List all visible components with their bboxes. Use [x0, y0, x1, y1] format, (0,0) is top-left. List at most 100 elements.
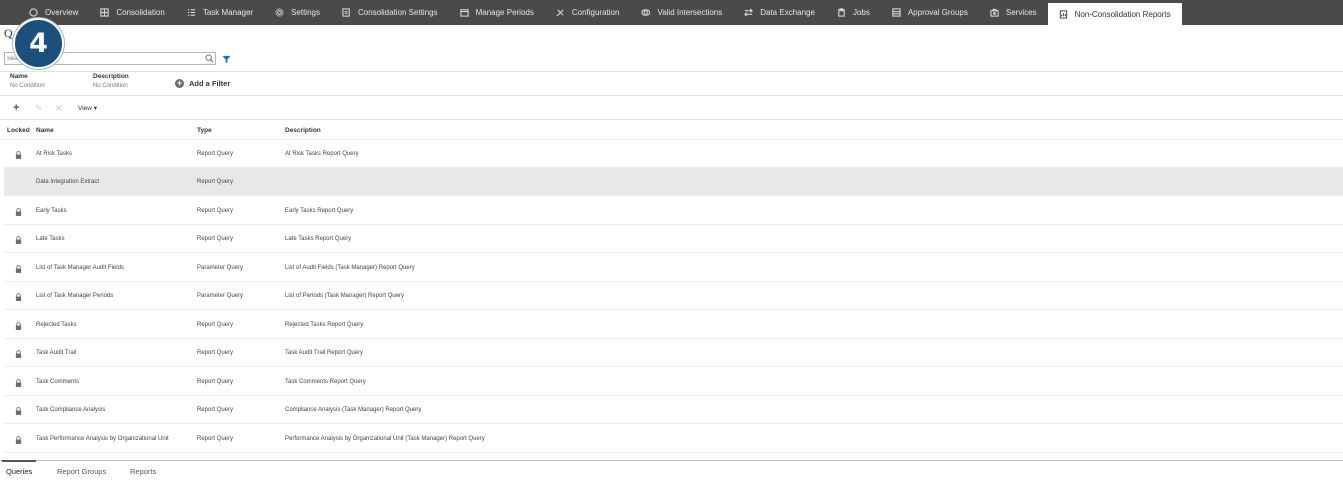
name-condition-label: Name — [10, 73, 28, 80]
task-list-icon — [187, 9, 195, 16]
row-description: Task Comments Report Query — [285, 379, 366, 385]
tab-queries[interactable]: Queries — [1, 460, 37, 476]
table-row[interactable]: Rejected Tasks Report Query Rejected Tas… — [4, 311, 1343, 339]
nav-tab-services[interactable]: Services — [979, 0, 1048, 25]
column-header-locked[interactable]: Locked — [7, 127, 30, 134]
table-row[interactable]: Task Performance Analysis by Organizatio… — [4, 425, 1343, 453]
row-name: Task Performance Analysis by Organizatio… — [36, 436, 169, 442]
table-row[interactable]: Late Tasks Report Query Late Tasks Repor… — [4, 225, 1343, 253]
tools-icon — [556, 9, 564, 17]
row-name: Task Comments — [36, 379, 80, 385]
row-type: Report Query — [197, 350, 234, 356]
nav-tab-task-manager[interactable]: Task Manager — [176, 0, 264, 25]
add-filter-button[interactable]: + Add a Filter — [175, 79, 230, 88]
row-description: Task Audit Trail Report Query — [285, 350, 364, 356]
nav-tab-consolidation[interactable]: Consolidation — [89, 0, 175, 25]
row-name: Early Tasks — [36, 208, 67, 214]
nav-tab-label: Consolidation Settings — [357, 8, 438, 17]
table-row[interactable]: Task Compliance Analysis Report Query Co… — [4, 396, 1343, 424]
row-description: At Risk Tasks Report Query — [285, 151, 359, 157]
nav-tab-label: Data Exchange — [760, 8, 815, 17]
exchange-arrows-icon — [744, 8, 754, 17]
nav-tab-configuration[interactable]: Configuration — [545, 0, 631, 25]
column-header-type[interactable]: Type — [197, 127, 212, 134]
table-row[interactable]: List of Task Manager Periods Parameter Q… — [4, 282, 1343, 310]
divider — [0, 71, 1343, 72]
lock-icon — [15, 293, 22, 301]
delete-query-button[interactable]: ✕ — [55, 103, 63, 114]
nav-tab-label: Services — [1005, 8, 1037, 17]
table-row[interactable]: Early Tasks Report Query Early Tasks Rep… — [4, 197, 1343, 225]
lock-icon — [15, 436, 22, 444]
table-row[interactable]: Task Audit Trail Report Query Task Audit… — [4, 339, 1343, 367]
nav-tab-label: Configuration — [571, 8, 620, 17]
search-icon[interactable] — [205, 54, 214, 63]
row-type: Report Query — [197, 379, 234, 385]
column-header-name[interactable]: Name — [36, 127, 54, 134]
row-description: List of Audit Fields (Task Manager) Repo… — [285, 265, 415, 271]
nav-tab-label: Manage Periods — [475, 8, 534, 17]
row-description: List of Periods (Task Manager) Report Qu… — [285, 293, 405, 299]
nav-tab-label: Overview — [45, 8, 79, 17]
nav-tab-manage-periods[interactable]: Manage Periods — [449, 0, 545, 25]
table-row[interactable]: Task Comments Report Query Task Comments… — [4, 368, 1343, 396]
page-title: Q — [4, 26, 13, 40]
intersection-icon — [641, 9, 651, 16]
step-number-badge: 4 — [13, 18, 64, 69]
nav-tab-label: Jobs — [852, 8, 870, 17]
row-description: Late Tasks Report Query — [285, 236, 352, 242]
nav-tab-jobs[interactable]: Jobs — [826, 0, 881, 25]
nav-tab-settings[interactable]: Settings — [264, 0, 331, 25]
tab-reports[interactable]: Reports — [130, 467, 156, 476]
divider — [0, 119, 1343, 120]
lock-icon — [15, 208, 22, 216]
row-type: Report Query — [197, 236, 234, 242]
filter-icon[interactable] — [222, 55, 231, 64]
nav-tab-label: Non-Consolidation Reports — [1074, 9, 1171, 19]
description-condition-value: No Condition — [93, 83, 128, 89]
row-type: Report Query — [197, 407, 234, 413]
lock-icon — [15, 350, 22, 358]
table-row[interactable]: At Risk Tasks Report Query At Risk Tasks… — [4, 140, 1343, 168]
description-condition-label: Description — [93, 73, 129, 80]
row-name: Late Tasks — [36, 236, 65, 242]
lock-icon — [15, 151, 22, 159]
grid-icon — [100, 8, 109, 17]
nav-tab-non-consolidation-reports[interactable]: Non-Consolidation Reports — [1047, 3, 1182, 25]
overview-icon — [29, 8, 38, 17]
lock-icon — [15, 407, 22, 415]
row-type: Parameter Query — [197, 293, 244, 299]
lock-icon — [15, 379, 22, 387]
row-type: Report Query — [197, 322, 234, 328]
clipboard-icon — [838, 8, 845, 17]
nav-tab-data-exchange[interactable]: Data Exchange — [733, 0, 826, 25]
divider — [0, 95, 1343, 96]
nav-tab-approval-groups[interactable]: Approval Groups — [881, 0, 979, 25]
calendar-icon — [459, 9, 469, 17]
row-description: Early Tasks Report Query — [285, 208, 354, 214]
approval-grid-icon — [892, 8, 901, 17]
gear-icon — [275, 8, 284, 17]
row-name: Task Audit Trail — [36, 350, 77, 356]
row-type: Report Query — [197, 208, 234, 214]
column-header-description[interactable]: Description — [285, 127, 321, 134]
view-menu-button[interactable]: View ▾ — [78, 104, 97, 112]
bottom-tab-bar: Queries Report Groups Reports — [0, 460, 1343, 482]
table-row[interactable]: List of Task Manager Audit Fields Parame… — [4, 254, 1343, 282]
table-row-selected[interactable]: Data Integration Extract Report Query — [4, 168, 1343, 196]
top-navigation: Overview Consolidation Task Manager Sett… — [0, 0, 1343, 25]
row-name: List of Task Manager Audit Fields — [36, 265, 124, 271]
row-description: Performance Analysis by Organizational U… — [285, 436, 485, 442]
tab-report-groups[interactable]: Report Groups — [57, 467, 106, 476]
row-type: Report Query — [197, 436, 234, 442]
name-condition[interactable]: Name No Condition — [10, 73, 45, 89]
nav-tab-label: Approval Groups — [907, 8, 968, 17]
row-description: Compliance Analysis (Task Manager) Repor… — [285, 407, 422, 413]
add-circle-icon: + — [175, 78, 184, 88]
add-query-button[interactable]: + — [13, 102, 19, 114]
description-condition[interactable]: Description No Condition — [93, 73, 129, 89]
nav-tab-valid-intersections[interactable]: Valid Intersections — [630, 0, 733, 25]
nav-tab-consolidation-settings[interactable]: Consolidation Settings — [331, 0, 449, 25]
row-type: Report Query — [197, 179, 234, 185]
edit-query-button[interactable]: ✎ — [35, 103, 43, 114]
